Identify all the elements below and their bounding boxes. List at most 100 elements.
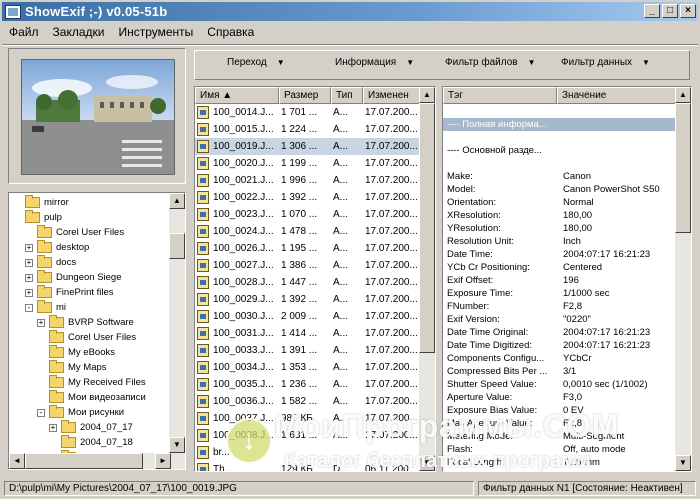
file-row[interactable]: 100_0014.J... 1 701 ... A... 17.07.200... <box>195 104 421 121</box>
tag-row[interactable]: Components Configu... YCbCr <box>443 352 677 365</box>
file-row[interactable]: 100_0019.J... 1 306 ... A... 17.07.200... <box>195 138 421 155</box>
tag-row[interactable]: Compressed Bits Per ... 3/1 <box>443 365 677 378</box>
column-header-name[interactable]: Имя ▲ <box>195 87 279 104</box>
file-row[interactable]: 100_0022.J... 1 392 ... A... 17.07.200... <box>195 189 421 206</box>
expand-icon[interactable]: + <box>37 318 45 327</box>
tree-item[interactable]: + FinePrint files <box>25 285 114 300</box>
tag-row[interactable] <box>443 131 677 144</box>
tag-row[interactable]: Model: Canon PowerShot S50 <box>443 183 677 196</box>
tag-row[interactable]: Focal Length: 7,19 mm <box>443 456 677 469</box>
scroll-thumb[interactable] <box>675 103 691 233</box>
column-header-tag[interactable]: Тэг <box>443 87 557 104</box>
file-row[interactable]: 100_0024.J... 1 478 ... A... 17.07.200... <box>195 223 421 240</box>
file-row[interactable]: 100_0023.J... 1 070 ... A... 17.07.200... <box>195 206 421 223</box>
tree-horizontal-scrollbar[interactable]: ◄ ► <box>9 453 171 469</box>
file-row[interactable]: 100_0028.J... 1 447 ... A... 17.07.200... <box>195 274 421 291</box>
file-row[interactable]: 100_0034.J... 1 353 ... A... 17.07.200... <box>195 359 421 376</box>
expand-icon[interactable]: + <box>49 423 57 432</box>
hscroll-thumb[interactable] <box>25 453 143 469</box>
goto-button[interactable]: Переход ▼ <box>227 57 285 68</box>
tree-vertical-scrollbar[interactable]: ▲ ▼ <box>169 193 185 469</box>
tag-row[interactable]: FNumber: F2,8 <box>443 300 677 313</box>
menu-tools[interactable]: Инструменты <box>111 25 200 39</box>
tree-item[interactable]: Corel User Files <box>25 225 124 240</box>
scroll-thumb[interactable] <box>419 103 435 353</box>
tag-row[interactable]: Exif Offset: 196 <box>443 274 677 287</box>
tag-row[interactable]: Aperture Value: F3,0 <box>443 391 677 404</box>
menu-bookmarks[interactable]: Закладки <box>46 25 112 39</box>
tag-row[interactable]: YResolution: 180,00 <box>443 222 677 235</box>
tree-item[interactable]: + Dungeon Siege <box>25 270 122 285</box>
scroll-down-button[interactable]: ▼ <box>419 455 435 471</box>
tree-item[interactable]: - Мои рисунки <box>37 405 124 420</box>
file-row[interactable]: 100_0026.J... 1 195 ... A... 17.07.200... <box>195 240 421 257</box>
app-icon[interactable] <box>5 4 21 19</box>
expand-icon[interactable]: + <box>25 243 33 252</box>
scroll-thumb[interactable] <box>169 233 185 259</box>
file-row[interactable]: 100_0029.J... 1 392 ... A... 17.07.200... <box>195 291 421 308</box>
tag-table-vertical-scrollbar[interactable]: ▲ ▼ <box>675 87 691 471</box>
minimize-button[interactable]: _ <box>644 4 660 18</box>
file-row[interactable]: 100_0020.J... 1 199 ... A... 17.07.200... <box>195 155 421 172</box>
tag-row[interactable]: Exif Version: "0220" <box>443 313 677 326</box>
maximize-button[interactable]: □ <box>662 4 678 18</box>
tree-item[interactable]: My eBooks <box>37 345 115 360</box>
collapse-icon[interactable]: - <box>37 408 45 417</box>
tag-row[interactable]: Make: Canon <box>443 170 677 183</box>
scroll-up-button[interactable]: ▲ <box>419 87 435 103</box>
tag-row[interactable]: Date Time Original: 2004:07:17 16:21:23 <box>443 326 677 339</box>
data-filter-button[interactable]: Фильтр данных ▼ <box>561 57 650 68</box>
file-row[interactable]: 100_0035.J... 1 236 ... A... 17.07.200... <box>195 376 421 393</box>
tag-row[interactable] <box>443 105 677 118</box>
tag-row[interactable]: Metering Mode: Multi-Segment <box>443 430 677 443</box>
file-list-vertical-scrollbar[interactable]: ▲ ▼ <box>419 87 435 471</box>
tag-row[interactable]: Date Time: 2004:07:17 16:21:23 <box>443 248 677 261</box>
file-row[interactable]: 100_0021.J... 1 996 ... A... 17.07.200... <box>195 172 421 189</box>
file-row[interactable]: 100_0036.J... 1 582 ... A... 17.07.200... <box>195 393 421 410</box>
file-row[interactable]: 100_0037.J... 986 КБ A... 17.07.200... <box>195 410 421 427</box>
tag-row[interactable]: Exposure Time: 1/1000 sec <box>443 287 677 300</box>
tree-item[interactable]: + desktop <box>25 240 89 255</box>
column-header-size[interactable]: Размер <box>279 87 331 104</box>
tree-item[interactable]: + BVRP Software <box>37 315 134 330</box>
file-row[interactable]: 100_0027.J... 1 386 ... A... 17.07.200... <box>195 257 421 274</box>
tree-item[interactable]: +2004_07_17 <box>49 420 133 435</box>
menu-file[interactable]: Файл <box>2 25 46 39</box>
tree-item[interactable]: + docs <box>25 255 76 270</box>
file-row[interactable]: br... <box>195 444 421 461</box>
tag-row[interactable]: Flash: Off, auto mode <box>443 443 677 456</box>
scroll-down-button[interactable]: ▼ <box>675 455 691 471</box>
tag-row[interactable]: Shutter Speed Value: 0,0010 sec (1/1002) <box>443 378 677 391</box>
file-row[interactable]: 100_0033.J... 1 391 ... A... 17.07.200... <box>195 342 421 359</box>
tag-row[interactable]: XResolution: 180,00 <box>443 209 677 222</box>
tree-item[interactable]: Corel User Files <box>37 330 136 345</box>
file-row[interactable]: 100_0015.J... 1 224 ... A... 17.07.200... <box>195 121 421 138</box>
tag-row[interactable]: ---- Полная информа... <box>443 118 677 131</box>
column-header-value[interactable]: Значение <box>557 87 677 104</box>
expand-icon[interactable]: + <box>25 258 33 267</box>
tree-item[interactable]: My Received Files <box>37 375 146 390</box>
scroll-up-button[interactable]: ▲ <box>169 193 185 209</box>
expand-icon[interactable]: + <box>25 273 33 282</box>
tag-row[interactable]: Resolution Unit: Inch <box>443 235 677 248</box>
tag-row[interactable]: Max Aperture Value: F2,8 <box>443 417 677 430</box>
tree-item[interactable]: 2004_07_18 <box>49 435 133 450</box>
file-filter-button[interactable]: Фильтр файлов ▼ <box>445 57 536 68</box>
collapse-icon[interactable]: - <box>25 303 33 312</box>
tag-row[interactable]: Date Time Digitized: 2004:07:17 16:21:23 <box>443 339 677 352</box>
info-button[interactable]: Информация ▼ <box>335 57 414 68</box>
scroll-left-button[interactable]: ◄ <box>9 453 25 469</box>
menu-help[interactable]: Справка <box>200 25 261 39</box>
tree-item[interactable]: mirror <box>13 195 69 210</box>
tag-row[interactable]: YCb Cr Positioning: Centered <box>443 261 677 274</box>
close-button[interactable]: × <box>680 4 696 18</box>
file-row[interactable]: 100_0038.J... 1 631 ... A... 17.07.200... <box>195 427 421 444</box>
tag-row[interactable]: Orientation: Normal <box>443 196 677 209</box>
scroll-up-button[interactable]: ▲ <box>675 87 691 103</box>
scroll-right-button[interactable]: ► <box>155 453 171 469</box>
tree-item[interactable]: Мои видеозаписи <box>37 390 146 405</box>
expand-icon[interactable]: + <box>25 288 33 297</box>
column-header-type[interactable]: Тип <box>331 87 363 104</box>
file-row[interactable]: Th... 129 КБ D... 06.11.200... <box>195 461 421 471</box>
tag-row[interactable]: ---- Основной разде... <box>443 144 677 157</box>
